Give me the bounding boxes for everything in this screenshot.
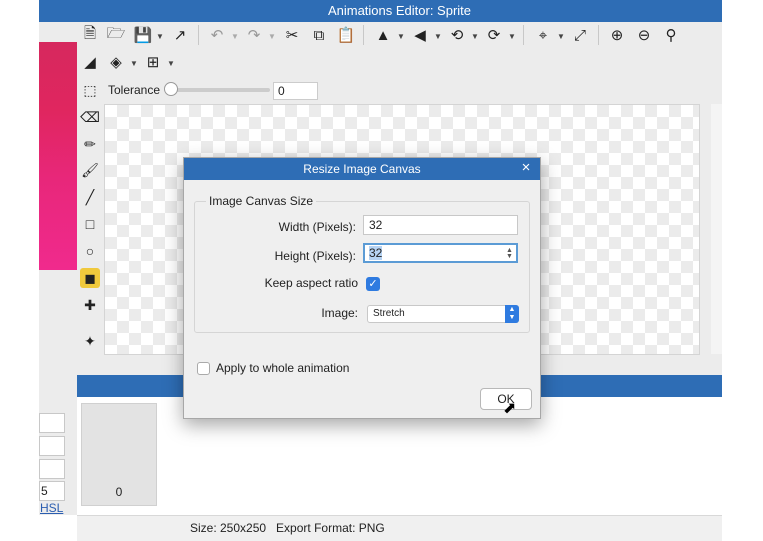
toolbar-divider	[198, 25, 199, 45]
canvas-scrollbar[interactable]	[711, 104, 722, 354]
rectangle-icon[interactable]: □	[80, 214, 100, 234]
image-select-value: Stretch	[373, 308, 405, 319]
height-value: 32	[369, 246, 383, 260]
color-gradient[interactable]	[39, 42, 77, 270]
zoom-out-icon[interactable]: ⊖	[634, 25, 654, 45]
select-icon[interactable]: ⬚	[80, 80, 100, 100]
grid-icon[interactable]: ⊞	[143, 52, 163, 72]
tolerance-slider-thumb[interactable]	[164, 82, 178, 96]
eraser-icon[interactable]: ⌫	[80, 107, 100, 127]
apply-all-label: Apply to whole animation	[216, 361, 350, 375]
transform-icon[interactable]: ✦	[80, 331, 100, 351]
width-field[interactable]: 32	[363, 215, 518, 235]
new-file-icon[interactable]: 🗎	[80, 25, 100, 45]
color-field-1[interactable]	[39, 413, 65, 433]
undo-icon[interactable]: ↶	[207, 25, 227, 45]
close-icon[interactable]: ×	[518, 160, 534, 176]
copy-icon[interactable]: ⧉	[309, 25, 329, 45]
image-select[interactable]: Stretch ▲ ▼	[367, 305, 519, 323]
layers-icon[interactable]: ◈	[106, 52, 126, 72]
chevron-down-icon[interactable]: ▼	[156, 32, 164, 41]
chevron-down-icon[interactable]: ▼	[508, 32, 516, 41]
flip-horizontal-icon[interactable]: ▲	[373, 25, 393, 45]
export-icon[interactable]: ↗	[170, 25, 190, 45]
color-field-4[interactable]: 5	[39, 481, 65, 501]
chevron-down-icon[interactable]: ▼	[167, 59, 175, 68]
tolerance-label: Tolerance	[108, 83, 161, 97]
status-bar	[77, 515, 722, 541]
resize-dialog: Resize Image Canvas × Image Canvas Size …	[183, 157, 541, 419]
chevron-down-icon[interactable]: ▼	[130, 59, 138, 68]
open-folder-icon[interactable]: 🗁	[106, 25, 126, 45]
rotate-right-icon[interactable]: ⟳	[484, 25, 504, 45]
invert-icon[interactable]: ◢	[80, 52, 100, 72]
group-label: Image Canvas Size	[206, 194, 317, 208]
chevron-down-icon[interactable]: ▼	[471, 32, 479, 41]
zoom-fit-icon[interactable]: ⚲	[661, 25, 681, 45]
line-icon[interactable]: ╱	[80, 187, 100, 207]
ellipse-icon[interactable]: ○	[80, 241, 100, 261]
cut-icon[interactable]: ✂	[282, 25, 302, 45]
aspect-ratio-label: Keep aspect ratio	[264, 276, 358, 290]
crop-icon[interactable]: ⌖	[533, 25, 553, 45]
redo-icon[interactable]: ↷	[244, 25, 264, 45]
aspect-ratio-checkbox[interactable]: ✓	[366, 277, 380, 291]
status-text: Size: 250x250 Export Format: PNG	[190, 521, 385, 535]
apply-all-checkbox[interactable]	[197, 362, 210, 375]
chevron-down-icon[interactable]: ▼	[557, 32, 565, 41]
chevron-down-icon[interactable]: ▼	[268, 32, 276, 41]
hsl-link[interactable]: HSL	[40, 501, 63, 515]
tolerance-slider[interactable]	[170, 88, 270, 92]
image-label: Image:	[321, 306, 358, 320]
tolerance-input[interactable]: 0	[273, 82, 318, 100]
window-title: Animations Editor: Sprite	[77, 0, 722, 22]
eyedropper-icon[interactable]: ✚	[80, 295, 100, 315]
resize-icon[interactable]: ⤢	[570, 25, 590, 45]
fill-icon[interactable]: ◼	[80, 268, 100, 288]
stepper-icon[interactable]: ▲ ▼	[506, 247, 513, 260]
paste-icon[interactable]: 📋	[336, 25, 356, 45]
pencil-icon[interactable]: ✏	[80, 134, 100, 154]
rotate-left-icon[interactable]: ⟲	[447, 25, 467, 45]
height-label: Height (Pixels):	[274, 249, 356, 263]
color-panel-titlebar	[39, 0, 77, 22]
chevron-down-icon[interactable]: ▼	[231, 32, 239, 41]
toolbar-divider	[598, 25, 599, 45]
height-field[interactable]: 32 ▲ ▼	[363, 243, 518, 263]
zoom-in-icon[interactable]: ⊕	[607, 25, 627, 45]
toolbar-divider	[363, 25, 364, 45]
mouse-cursor-icon: ⬈	[503, 400, 517, 417]
frame-number: 0	[115, 485, 123, 499]
color-field-2[interactable]	[39, 436, 65, 456]
chevron-down-icon[interactable]: ▼	[397, 32, 405, 41]
save-icon[interactable]: 💾	[133, 25, 153, 45]
toolbar-divider	[523, 25, 524, 45]
width-label: Width (Pixels):	[278, 220, 356, 234]
chevron-down-icon[interactable]: ▼	[434, 32, 442, 41]
brush-icon[interactable]: 🖌	[80, 160, 100, 180]
dialog-title: Resize Image Canvas	[184, 158, 540, 180]
flip-vertical-icon[interactable]: ◀	[410, 25, 430, 45]
select-arrows-icon: ▲ ▼	[505, 305, 519, 323]
color-field-3[interactable]	[39, 459, 65, 479]
